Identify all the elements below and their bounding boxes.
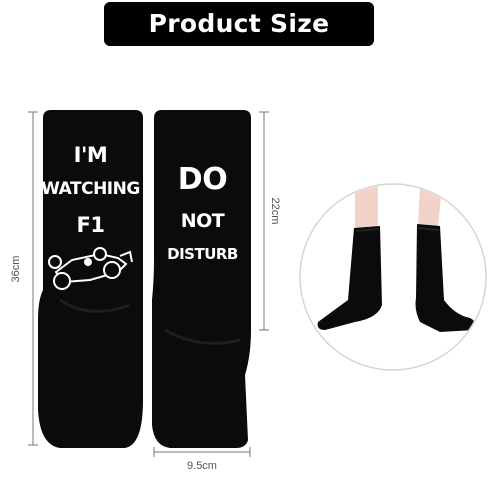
right-sock-line2: NOT xyxy=(180,210,225,232)
right-sock-line1: DO xyxy=(177,162,228,197)
right-sock-line3: DISTURB xyxy=(167,245,238,263)
leg-height-label: 22cm xyxy=(269,197,281,225)
width-label: 9.5cm xyxy=(187,460,217,472)
right-sock xyxy=(152,110,251,448)
left-sock-line1: I'M xyxy=(73,143,108,167)
left-sock-line3: F1 xyxy=(76,213,105,237)
full-height-label: 36cm xyxy=(10,255,22,283)
left-sock-line2: WATCHING xyxy=(41,179,140,199)
